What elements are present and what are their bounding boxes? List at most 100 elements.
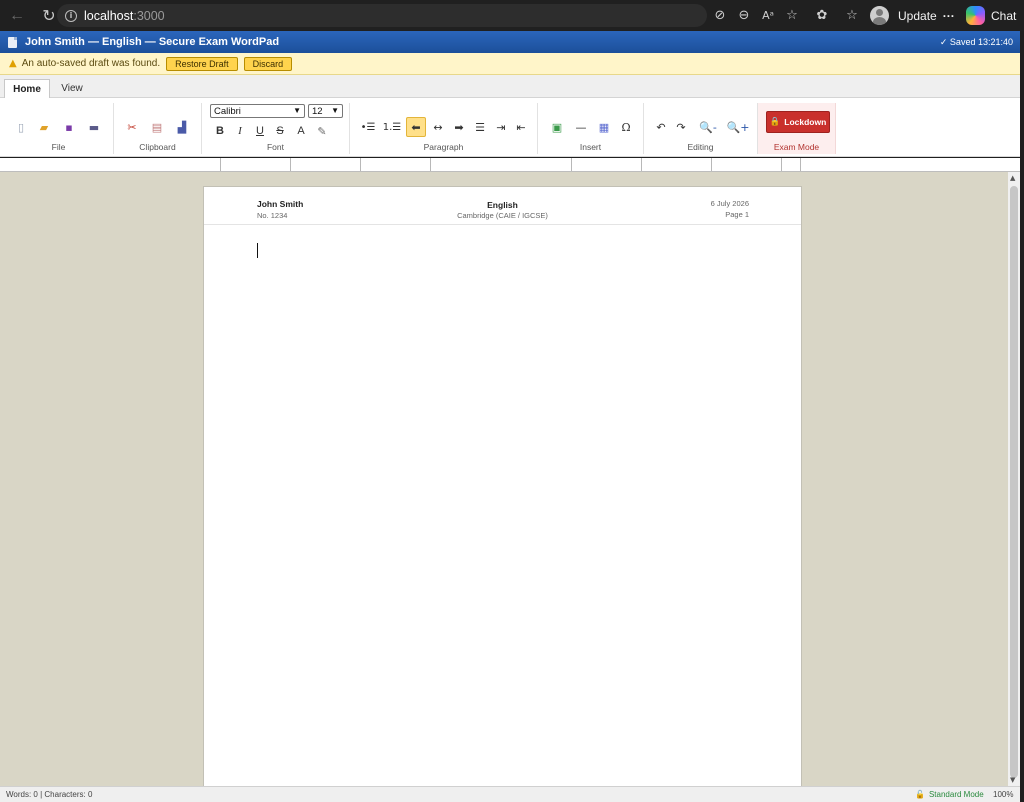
lockdown-button[interactable]: 🔒 Lockdown [766,111,830,133]
copilot-icon [966,6,985,25]
horizontal-line-icon[interactable]: — [571,117,591,137]
strikethrough-button[interactable]: S [270,121,290,141]
align-center-icon[interactable]: ↔ [428,117,448,137]
status-bar: Words: 0 | Characters: 0 🔓 Standard Mode … [0,786,1020,802]
profile-avatar[interactable] [870,6,889,25]
restore-draft-button[interactable]: Restore Draft [166,56,238,71]
font-family-value: Calibri [214,105,241,117]
document-page[interactable]: John Smith No. 1234 English Cambridge (C… [203,186,802,786]
lockdown-label: Lockdown [784,117,827,127]
group-file: ▯ ▰ ▪ ▬ File [4,103,114,154]
ruler-tick [571,158,572,171]
ruler-tick [641,158,642,171]
address-bar[interactable]: i localhost:3000 [57,4,707,27]
group-insert: ▣ — ▦ Ω Insert [538,103,644,154]
draft-notification: ▲ An auto-saved draft was found. Restore… [0,53,1020,75]
mode-label: Standard Mode [928,790,984,799]
back-icon[interactable]: ← [6,5,28,27]
word-count: Words: 0 | Characters: 0 [6,790,93,799]
tab-view[interactable]: View [57,79,87,98]
page-number: Page 1 [725,210,749,219]
ribbon-tabs: Home View [0,75,1020,99]
read-aloud-icon[interactable]: Aᵃ [756,5,780,27]
update-button[interactable]: Update ··· [898,6,955,25]
more-icon[interactable]: ··· [943,9,955,23]
outdent-icon[interactable]: ⇤ [511,117,531,137]
zoom-out-icon[interactable]: ⊖ [732,5,756,27]
paste-icon[interactable]: ▟ [172,117,192,137]
ruler-tick [800,158,801,171]
lock-icon: 🔒 [769,117,781,127]
group-exam-mode: 🔒 Lockdown Exam Mode [758,103,836,154]
group-clipboard: ✂ ▤ ▟ Clipboard [114,103,202,154]
vertical-scrollbar[interactable]: ▲ ▼ [1008,172,1020,786]
exam-mode-status: 🔓 Standard Mode [915,790,984,799]
save-icon[interactable]: ▪ [59,117,79,137]
redo-icon[interactable]: ↷ [671,117,691,137]
font-size-value: 12 [312,105,323,117]
warning-icon: ▲ [9,58,17,69]
align-left-icon[interactable]: ⬅ [406,117,426,137]
chat-label: Chat [991,8,1017,23]
scrollbar-thumb[interactable] [1010,186,1018,778]
page-header: John Smith No. 1234 English Cambridge (C… [204,187,801,225]
italic-button[interactable]: I [230,121,250,141]
undo-icon[interactable]: ↶ [651,117,671,137]
highlight-icon[interactable]: ✎ [312,121,332,141]
ruler-tick [360,158,361,171]
tracking-prevention-icon[interactable]: ⊘ [708,5,732,27]
insert-table-icon[interactable]: ▦ [594,117,614,137]
bullet-list-icon[interactable]: •☰ [358,117,378,137]
browser-action-icons: ⊘ ⊖ Aᵃ ☆ ✿ ☆ [708,4,864,27]
group-font: Calibri ▼ 12 ▼ B I U S A ✎ Font [202,103,350,154]
favorites-icon[interactable]: ☆ [840,5,864,27]
ruler-tick [220,158,221,171]
insert-image-icon[interactable]: ▣ [547,117,567,137]
print-icon[interactable]: ▬ [84,117,104,137]
exam-date: 6 July 2026 [710,199,749,208]
ruler-tick [781,158,782,171]
group-label-exam-mode: Exam Mode [773,142,820,152]
url-text: localhost:3000 [84,8,165,23]
chevron-down-icon: ▼ [293,106,301,115]
saved-status: ✓ Saved 13:21:40 [939,36,1013,47]
bold-button[interactable]: B [210,121,230,141]
zoom-out-icon[interactable]: 🔍- [696,117,720,137]
zoom-level: 100% [993,790,1014,799]
text-caret [257,243,258,258]
group-label-paragraph: Paragraph [423,142,464,152]
justify-icon[interactable]: ☰ [470,117,490,137]
new-document-icon[interactable]: ▯ [11,117,31,137]
site-info-icon[interactable]: i [65,9,77,22]
document-icon [8,36,17,48]
group-label-font: Font [266,142,284,152]
group-label-editing: Editing [687,142,714,152]
extensions-icon[interactable]: ✿ [810,5,834,27]
ruler-tick [711,158,712,171]
numbered-list-icon[interactable]: 1.☰ [382,117,402,137]
align-right-icon[interactable]: ➡ [449,117,469,137]
update-label: Update [898,8,937,23]
underline-button[interactable]: U [250,121,270,141]
indent-icon[interactable]: ⇥ [491,117,511,137]
font-color-button[interactable]: A [291,121,311,141]
app-title-bar: John Smith — English — Secure Exam WordP… [0,31,1020,53]
discard-button[interactable]: Discard [243,56,293,71]
cut-icon[interactable]: ✂ [122,117,142,137]
ruler[interactable] [0,158,1020,172]
favorite-star-icon[interactable]: ☆ [780,5,804,27]
exam-board: Cambridge (CAIE / IGCSE) [457,211,548,220]
tab-home[interactable]: Home [4,79,50,99]
special-character-icon[interactable]: Ω [616,117,636,137]
copy-icon[interactable]: ▤ [147,117,167,137]
ruler-tick [430,158,431,171]
scroll-up-icon[interactable]: ▲ [1010,174,1015,182]
scroll-down-icon[interactable]: ▼ [1010,776,1015,784]
open-folder-icon[interactable]: ▰ [34,117,54,137]
browser-toolbar: ← ↻ i localhost:3000 ⊘ ⊖ Aᵃ ☆ ✿ ☆ Update… [0,0,1024,31]
group-label-clipboard: Clipboard [139,142,176,152]
font-size-select[interactable]: 12 ▼ [308,104,343,118]
copilot-chat-button[interactable]: Chat [966,5,1016,26]
zoom-in-icon[interactable]: 🔍+ [726,117,750,137]
font-family-select[interactable]: Calibri ▼ [210,104,305,118]
